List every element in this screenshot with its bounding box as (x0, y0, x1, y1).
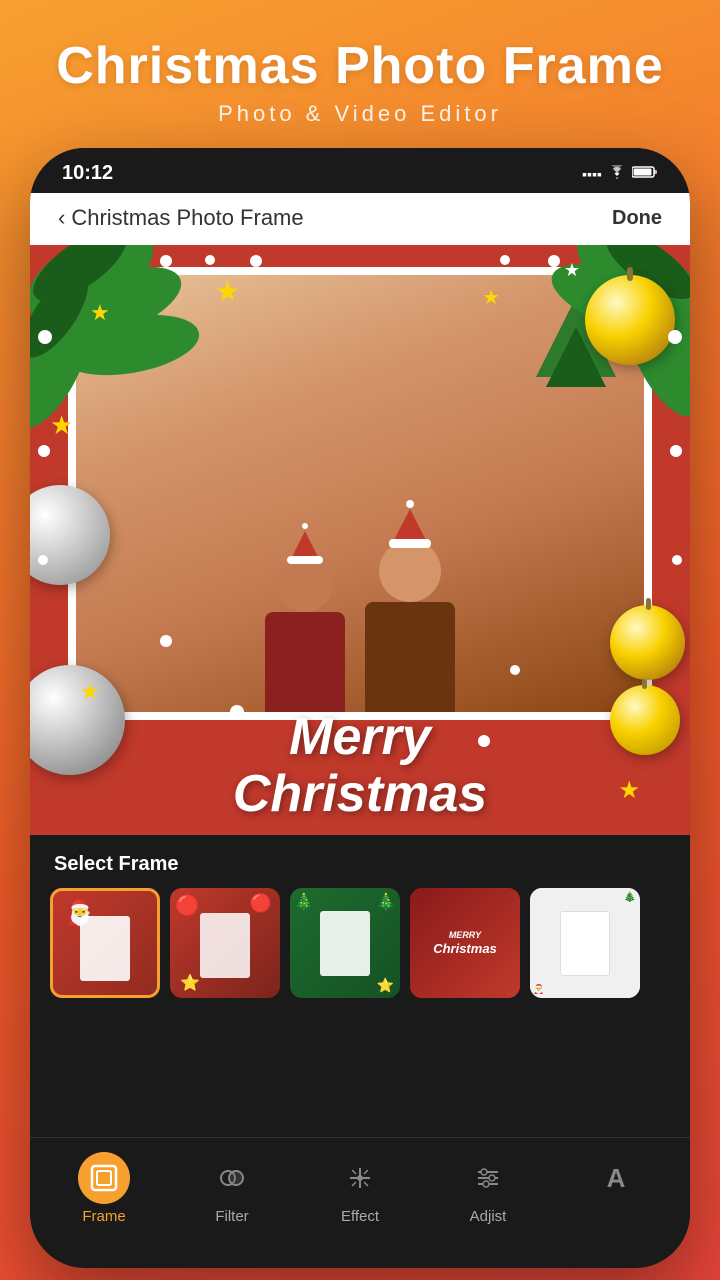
toolbar-item-frame[interactable]: Frame (64, 1152, 144, 1225)
snow-dot-8 (38, 555, 48, 565)
star-4: ★ (564, 260, 580, 281)
frame-thumbnails[interactable]: 🎅 🔴 🔴 ⭐ 🎄 🎄 ⭐ (30, 888, 690, 998)
filter-icon-wrap (206, 1152, 258, 1204)
app-header: Christmas Photo Frame Photo & Video Edit… (0, 0, 720, 147)
adjust-label: Adjist (470, 1208, 507, 1225)
snow-dot-9 (668, 330, 682, 344)
battery-icon (632, 165, 658, 182)
nav-bar: ‹ Christmas Photo Frame Done (30, 193, 690, 245)
snow-dot-14 (510, 665, 520, 675)
ornament-gold-top-right (585, 275, 675, 365)
snow-dot-7 (38, 445, 50, 457)
frame-thumb-3[interactable]: 🎄 🎄 ⭐ (290, 888, 400, 998)
toolbar-item-filter[interactable]: Filter (192, 1152, 272, 1225)
bottom-panel: Select Frame 🎅 🔴 🔴 ⭐ (30, 835, 690, 1245)
signal-icon: ▪▪▪▪ (582, 166, 602, 182)
star-5: ★ (50, 410, 73, 441)
back-chevron-icon: ‹ (58, 205, 65, 231)
snow-dot-10 (670, 445, 682, 457)
effect-icon-wrap (334, 1152, 386, 1204)
star-2: ★ (215, 275, 240, 308)
star-6: ★ (80, 679, 100, 705)
filter-icon (218, 1164, 246, 1192)
effect-label: Effect (341, 1208, 379, 1225)
frame-area: ★ ★ ★ ★ ★ ★ ★ (30, 245, 690, 835)
app-title: Christmas Photo Frame (20, 38, 700, 95)
snow-dot-6 (38, 330, 52, 344)
status-icons: ▪▪▪▪ (582, 165, 658, 182)
done-button[interactable]: Done (612, 207, 662, 230)
status-time: 10:12 (62, 162, 113, 185)
frame-thumb-1[interactable]: 🎅 (50, 888, 160, 998)
frame-thumb-5[interactable]: 🎄 🎅 (530, 888, 640, 998)
toolbar-item-adjust[interactable]: Adjist (448, 1152, 528, 1225)
more-label: - (614, 1208, 619, 1225)
star-1: ★ (90, 300, 110, 326)
frame-label: Frame (82, 1208, 125, 1225)
star-3: ★ (482, 285, 500, 310)
bottom-toolbar: Frame Filter (30, 1137, 690, 1245)
frame-icon-wrap (78, 1152, 130, 1204)
nav-back-button[interactable]: ‹ Christmas Photo Frame (58, 205, 304, 231)
frame-thumb-4[interactable]: MERRY Christmas (410, 888, 520, 998)
merry-christmas-text: Merry Christmas (30, 709, 690, 823)
more-icon-wrap: A (590, 1152, 642, 1204)
snow-dot-11 (672, 555, 682, 565)
phone-mockup: 10:12 ▪▪▪▪ ‹ Chr (30, 148, 690, 1268)
frame-thumb-2[interactable]: 🔴 🔴 ⭐ (170, 888, 280, 998)
wifi-icon (608, 165, 626, 182)
effect-icon (346, 1164, 374, 1192)
ornament-gold-right (610, 605, 685, 680)
snow-dot-13 (160, 635, 172, 647)
phone-notch (280, 158, 440, 186)
filter-label: Filter (215, 1208, 248, 1225)
select-frame-label: Select Frame (30, 835, 690, 888)
more-icon: A (607, 1163, 626, 1194)
merry-line1: Merry (30, 709, 690, 766)
frame-icon (90, 1164, 118, 1192)
toolbar-item-effect[interactable]: Effect (320, 1152, 400, 1225)
toolbar-item-more[interactable]: A - (576, 1152, 656, 1225)
adjust-icon (474, 1164, 502, 1192)
nav-title: Christmas Photo Frame (71, 205, 303, 231)
app-subtitle: Photo & Video Editor (20, 101, 700, 127)
adjust-icon-wrap (462, 1152, 514, 1204)
merry-line2: Christmas (30, 766, 690, 823)
